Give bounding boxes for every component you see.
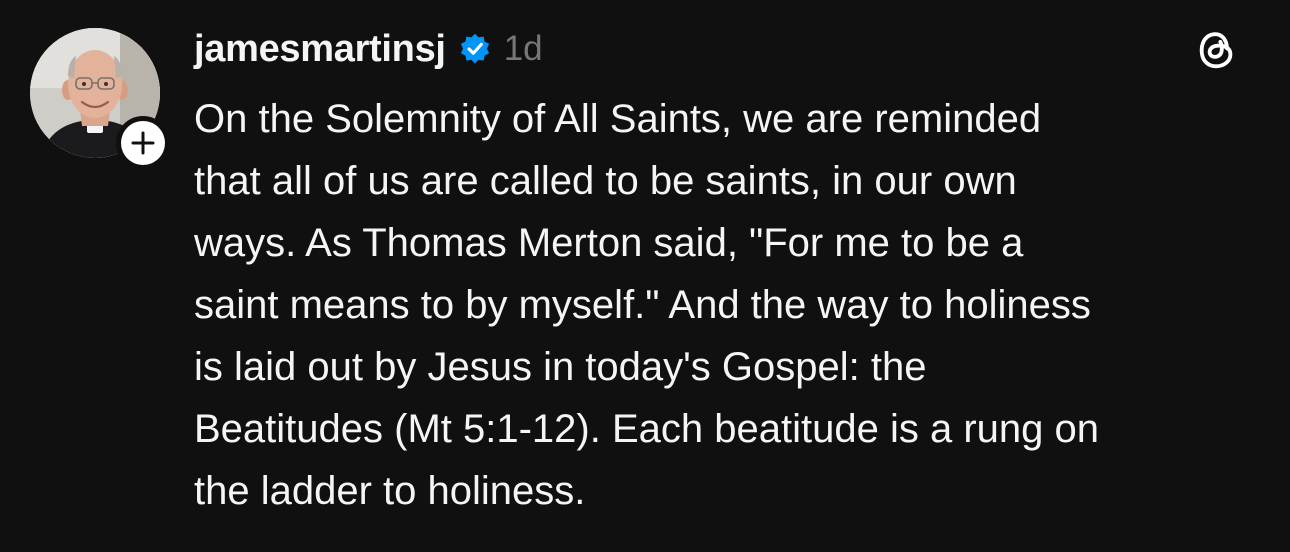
username-link[interactable]: jamesmartinsj bbox=[194, 28, 446, 71]
threads-logo-icon[interactable] bbox=[1194, 26, 1240, 74]
follow-button[interactable] bbox=[116, 116, 170, 170]
plus-icon bbox=[131, 131, 155, 155]
timestamp: 1d bbox=[503, 29, 543, 68]
post-body-text: On the Solemnity of All Saints, we are r… bbox=[194, 97, 1099, 513]
avatar-container bbox=[30, 28, 170, 170]
thread-post: jamesmartinsj 1d On the Solemnity of All… bbox=[0, 0, 1290, 552]
verified-badge-icon bbox=[460, 33, 489, 64]
post-header: jamesmartinsj 1d bbox=[194, 22, 543, 76]
follow-button-inner bbox=[121, 121, 165, 165]
